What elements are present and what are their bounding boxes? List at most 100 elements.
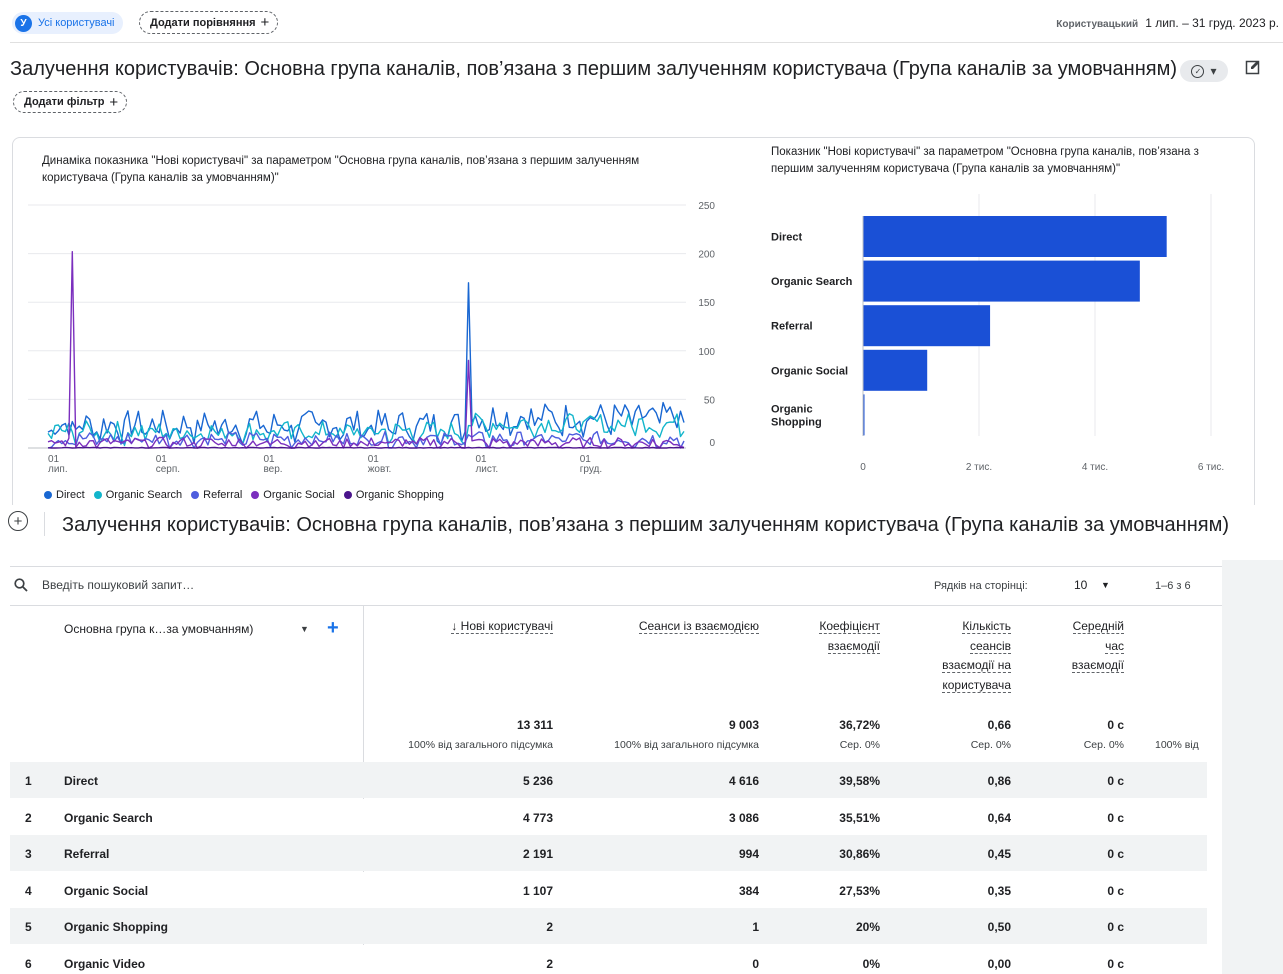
bar[interactable] <box>863 260 1140 302</box>
caret-down-icon[interactable]: ▼ <box>300 624 309 634</box>
metric-cell: 2 <box>546 920 553 935</box>
legend-item[interactable]: Referral <box>191 489 242 501</box>
page-title: Залучення користувачів: Основна група ка… <box>10 58 1178 80</box>
legend-label: Organic Shopping <box>355 489 444 501</box>
bar[interactable] <box>863 305 991 347</box>
legend-label: Referral <box>203 489 243 501</box>
x-tick-label: лист. <box>475 464 498 475</box>
right-panel <box>1222 560 1283 974</box>
series-line-organic-shopping[interactable] <box>47 446 685 449</box>
metric-cell: 1 107 <box>522 883 553 898</box>
top-bar: У Усі користувачі Додати порівняння + Ко… <box>0 0 1283 44</box>
y-tick-label: 0 <box>709 438 715 449</box>
y-tick-label: 50 <box>704 395 716 406</box>
segment-label: Усі користувачі <box>38 17 115 29</box>
add-filter-button[interactable]: Додати фільтр + <box>13 91 128 113</box>
x-tick-label: серп. <box>156 464 180 475</box>
y-tick-label: 100 <box>698 347 715 358</box>
metric-header-label: взаємодії <box>1071 658 1124 673</box>
legend-dot <box>343 491 352 499</box>
legend-label: Organic Search <box>105 489 183 501</box>
metric-cell: 35,51% <box>839 810 880 825</box>
row-index: 4 <box>25 883 32 898</box>
add-filter-label: Додати фільтр <box>24 96 105 108</box>
bar-chart-title: Показник "Нові користувачі" за параметро… <box>771 146 1199 175</box>
caret-down-icon[interactable]: ▼ <box>1101 580 1110 590</box>
segment-avatar: У <box>15 14 32 32</box>
legend-dot <box>251 491 260 499</box>
divider <box>10 605 1222 606</box>
y-tick-label: 250 <box>698 201 715 212</box>
metric-cell: 0% <box>862 957 880 971</box>
divider <box>10 566 1222 567</box>
add-comparison-label: Додати порівняння <box>150 16 256 29</box>
rows-per-page-label: Рядків на сторінці: <box>934 580 1028 592</box>
row-dimension-value: Organic Video <box>64 957 146 971</box>
plus-icon: + <box>260 14 270 31</box>
category-label: Shopping <box>771 416 822 428</box>
add-card-button[interactable]: + <box>8 511 28 531</box>
bar[interactable] <box>863 349 928 391</box>
metric-header[interactable]: Середній час взаємодії <box>904 617 1124 676</box>
legend-item[interactable]: Organic Shopping <box>343 489 444 501</box>
metric-total: 0 с <box>1107 718 1124 732</box>
legend-label: Organic Social <box>263 489 335 501</box>
metric-cell: 2 191 <box>522 847 553 862</box>
metric-total-subtitle: Сер. 0% <box>1083 739 1124 751</box>
legend-item[interactable]: Organic Search <box>93 489 183 501</box>
metric-total-subtitle: 100% від <box>1155 739 1199 751</box>
row-index: 6 <box>25 957 32 971</box>
plus-icon: + <box>109 93 119 111</box>
date-range-picker[interactable]: Користувацький 1 лип. – 31 груд. 2023 р. <box>1056 16 1279 30</box>
x-tick-label: вер. <box>263 464 282 475</box>
search-icon <box>14 578 28 592</box>
category-label: Organic Search <box>771 276 853 288</box>
table-title: Залучення користувачів: Основна група ка… <box>62 514 1230 536</box>
legend-dot <box>44 491 52 499</box>
edit-report-icon[interactable] <box>1245 59 1263 77</box>
search-input[interactable]: Введіть пошуковий запит… <box>42 578 194 592</box>
metric-cell: 0 с <box>1107 920 1124 935</box>
top-divider <box>10 42 1283 43</box>
legend-item[interactable]: Direct <box>44 489 85 501</box>
metric-cell: 39,58% <box>839 774 880 788</box>
check-circle-icon: ✓ <box>1191 64 1205 78</box>
legend-dot <box>93 491 102 499</box>
metric-header-label: час <box>1105 638 1124 654</box>
category-label: Direct <box>771 232 803 244</box>
x-tick-label: жовт. <box>368 464 392 475</box>
y-tick-label: 200 <box>698 250 715 261</box>
series-line-direct[interactable] <box>47 282 685 446</box>
y-tick-label: 150 <box>698 298 715 309</box>
row-dimension-value: Direct <box>64 774 99 788</box>
row-dimension-value: Organic Social <box>64 883 149 898</box>
metric-total-subtitle: 100% від загального підсумка <box>408 739 553 751</box>
date-type-label: Користувацький <box>1056 19 1139 30</box>
x-tick-label: лип. <box>48 464 68 475</box>
line-chart-title: Динаміка показника "Нові користувачі" за… <box>42 155 640 184</box>
bar-chart: 0 2 тис. 4 тис. 6 тис. Direct Organic Search R… <box>771 194 1224 473</box>
add-comparison-button[interactable]: Додати порівняння + <box>139 11 279 34</box>
segment-chip[interactable]: У Усі користувачі <box>12 12 123 34</box>
metric-cell: 2 <box>546 957 553 971</box>
dimension-header[interactable]: Основна група к…за умовчанням) <box>64 622 253 636</box>
row-index: 2 <box>25 810 32 825</box>
bar[interactable] <box>863 216 1167 257</box>
metric-header[interactable]: ↓ Нові користувачі <box>333 617 553 637</box>
metric-header-label: користувача <box>942 677 1011 693</box>
legend-item[interactable]: Organic Social <box>251 489 335 501</box>
rows-per-page-select[interactable]: 10 <box>1074 578 1087 592</box>
date-range-label: 1 лип. – 31 груд. 2023 р. <box>1145 16 1279 30</box>
x-tick-label: 2 тис. <box>966 462 992 473</box>
metric-cell: 0 с <box>1107 957 1124 971</box>
metric-cell: 0 с <box>1107 810 1124 825</box>
x-tick-label: 0 <box>860 462 866 473</box>
row-dimension-value: Organic Shopping <box>64 920 168 935</box>
status-dropdown[interactable]: ✓ ▾ <box>1180 60 1228 82</box>
row-index: 1 <box>25 774 32 788</box>
divider <box>44 512 45 536</box>
legend-label: Direct <box>56 489 85 501</box>
metric-header-label: ↓ Нові користувачі <box>451 619 553 634</box>
row-index: 5 <box>25 920 32 935</box>
metric-cell: 5 236 <box>522 774 553 788</box>
